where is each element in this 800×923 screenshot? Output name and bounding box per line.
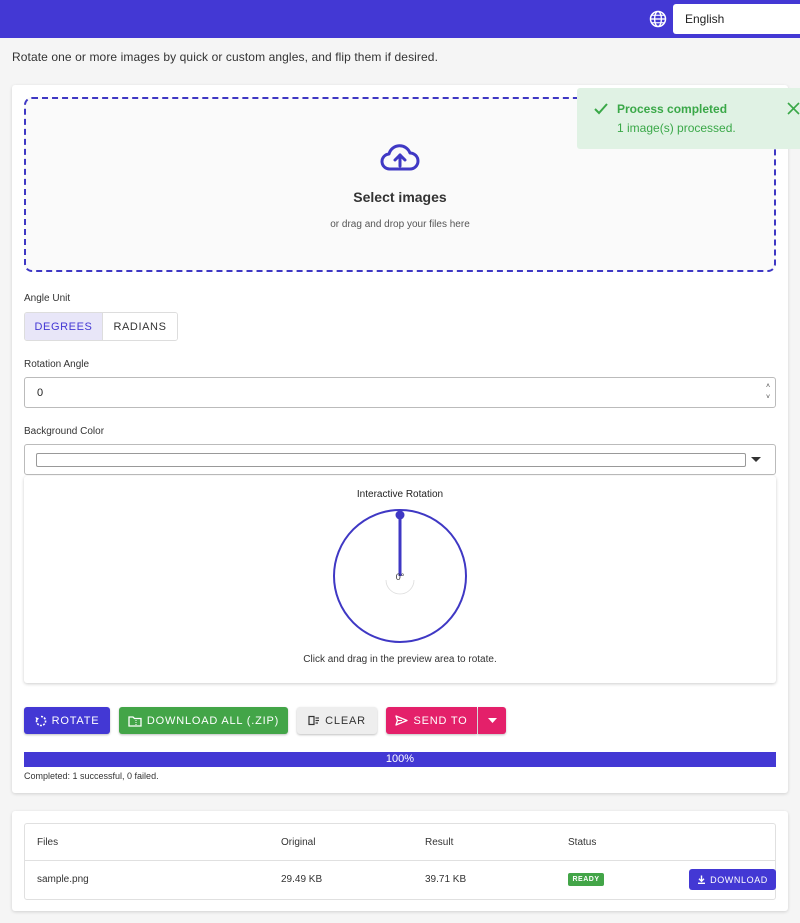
unit-radians-button[interactable]: RADIANS (101, 313, 177, 340)
toast-title: Process completed (617, 102, 728, 116)
progress-bar: 100% (24, 752, 776, 767)
download-button[interactable]: DOWNLOAD (689, 869, 776, 890)
status-badge: READY (568, 873, 604, 886)
chevron-down-icon[interactable] (751, 457, 761, 462)
header-original: Original (281, 837, 316, 848)
rotation-handle[interactable] (395, 510, 405, 520)
dropzone-title: Select images (353, 189, 447, 205)
angle-unit-toggle: DEGREES RADIANS (24, 312, 178, 341)
spinner-up-icon[interactable]: ˄ (764, 381, 772, 392)
success-toast (577, 88, 800, 149)
row-result-size: 39.71 KB (425, 874, 467, 885)
background-color-select[interactable] (24, 444, 776, 475)
globe-icon[interactable] (649, 10, 667, 28)
progress-status: Completed: 1 successful, 0 failed. (24, 771, 159, 781)
toast-message: 1 image(s) processed. (617, 121, 736, 135)
rotation-angle-value: 0 (37, 387, 44, 399)
row-file-name: sample.png (37, 874, 89, 885)
header-files: Files (37, 837, 59, 848)
rotation-angle-input[interactable]: 0 ˄ ˅ (24, 377, 776, 408)
header-result: Result (425, 837, 454, 848)
rotation-center-label: 0° (396, 572, 405, 582)
rotate-button[interactable]: ROTATE (24, 707, 110, 734)
angle-unit-label: Angle Unit (24, 293, 71, 304)
unit-degrees-button[interactable]: DEGREES (25, 313, 102, 340)
color-swatch[interactable] (36, 453, 746, 467)
table-divider (25, 860, 775, 861)
background-color-label: Background Color (24, 426, 105, 437)
rotation-title: Interactive Rotation (356, 489, 444, 500)
send-icon (395, 715, 409, 726)
rotation-angle-label: Rotation Angle (24, 359, 90, 370)
spinner-down-icon[interactable]: ˅ (764, 392, 772, 403)
check-icon (594, 103, 608, 115)
progress-text: 100% (385, 753, 415, 765)
results-table (24, 823, 776, 900)
row-original-size: 29.49 KB (281, 874, 323, 885)
rotate-icon (35, 715, 46, 726)
language-select[interactable]: English (673, 4, 800, 34)
download-all-button[interactable]: DOWNLOAD ALL (.ZIP) (119, 707, 288, 734)
cloud-upload-icon (380, 144, 420, 171)
clear-list-icon (308, 715, 320, 726)
download-button-label: DOWNLOAD (710, 874, 768, 885)
page-subtitle: Rotate one or more images by quick or cu… (12, 50, 439, 64)
dropzone-subtitle: or drag and drop your files here (330, 219, 470, 230)
clear-button-label: CLEAR (325, 714, 366, 727)
rotate-button-label: ROTATE (51, 714, 100, 727)
close-icon[interactable] (787, 102, 800, 115)
send-to-button[interactable]: SEND TO (386, 707, 477, 734)
caret-down-icon (487, 718, 497, 723)
download-icon (698, 875, 706, 884)
send-to-label: SEND TO (413, 714, 468, 727)
clear-button[interactable]: CLEAR (297, 707, 377, 734)
header-status: Status (568, 837, 597, 848)
folder-zip-icon (128, 715, 142, 727)
send-to-menu-button[interactable] (478, 707, 506, 734)
rotation-dial[interactable]: 0° (332, 508, 468, 644)
rotation-hint: Click and drag in the preview area to ro… (303, 654, 497, 665)
download-all-label: DOWNLOAD ALL (.ZIP) (146, 714, 280, 727)
number-spinner[interactable]: ˄ ˅ (764, 381, 772, 405)
